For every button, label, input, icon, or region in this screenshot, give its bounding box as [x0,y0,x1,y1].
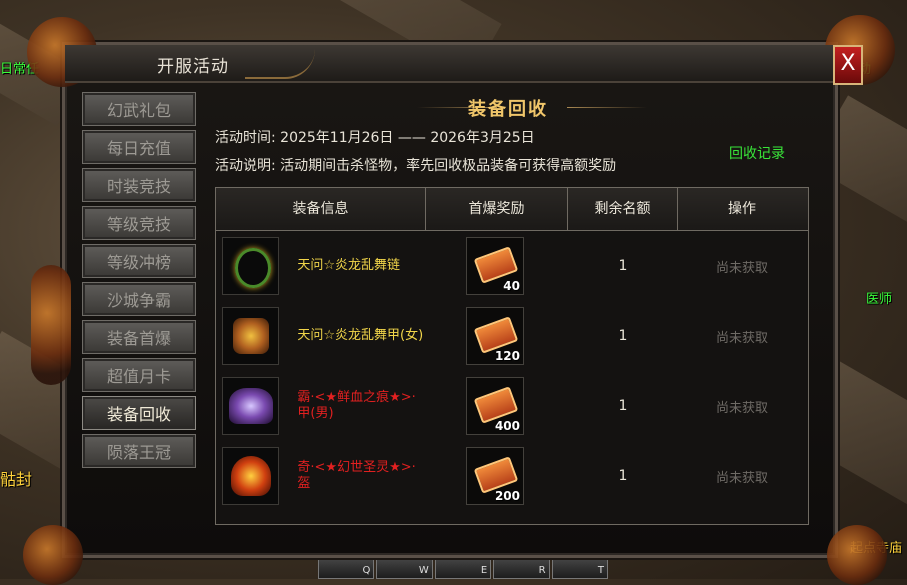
sidebar-item-first-drop[interactable]: 装备首爆 [82,320,196,354]
table-row: 天问☆炎龙乱舞链 40 1 尚未获取 [216,231,808,301]
equipment-name: 天问☆炎龙乱舞甲(女) [297,328,424,343]
sidebar-item-weapon-gift[interactable]: 幻武礼包 [82,92,196,126]
table-row: 奇·<★幻世圣灵★>·盔 200 1 尚未获取 [216,441,808,511]
dragon-ornament-icon [23,525,83,585]
not-obtained-button[interactable]: 尚未获取 [678,231,806,301]
sidebar-item-fashion-contest[interactable]: 时装竞技 [82,168,196,202]
window-title: 开服活动 [157,57,229,77]
recycle-table: 装备信息 首爆奖励 剩余名额 操作 天问☆炎龙乱舞链 40 1 尚未获取 天问☆… [215,187,809,525]
table-header: 装备信息 首爆奖励 剩余名额 操作 [216,188,808,231]
remaining-count: 1 [618,258,628,274]
server-launch-events-window: 开服活动 X 幻武礼包 每日充值 时装竞技 等级竞技 等级冲榜 沙城争霸 装备首… [23,15,895,585]
event-desc-line: 活动说明: 活动期间击杀怪物，率先回收极品装备可获得高额奖励 [215,155,616,175]
not-obtained-button[interactable]: 尚未获取 [678,301,806,371]
event-sidebar: 幻武礼包 每日充值 时装竞技 等级竞技 等级冲榜 沙城争霸 装备首爆 超值月卡 … [82,92,201,473]
event-time-line: 活动时间: 2025年11月26日 —— 2026年3月25日 [215,127,535,147]
world-sign-label: 骷封 [0,470,33,489]
remaining-count: 1 [618,398,628,414]
reward-count: 40 [503,279,520,293]
remaining-count: 1 [618,328,628,344]
swirl-ornament-icon [245,49,315,79]
skill-slot-t[interactable]: T [551,555,609,579]
sidebar-item-level-contest[interactable]: 等级竞技 [82,206,196,240]
sidebar-item-daily-topup[interactable]: 每日充值 [82,130,196,164]
skill-slot-e[interactable]: E [434,555,492,579]
recycle-panel: 装备回收 活动时间: 2025年11月26日 —— 2026年3月25日 活动说… [207,87,809,525]
dragon-ornament-icon [31,265,71,385]
winged-armor-icon[interactable] [222,377,280,435]
dragon-ornament-icon [827,525,887,585]
reward-count: 200 [494,489,520,503]
sidebar-item-castle-war[interactable]: 沙城争霸 [82,282,196,316]
event-desc-label: 活动说明: [215,158,276,174]
equipment-name: 奇·<★幻世圣灵★>·盔 [297,460,416,491]
not-obtained-button[interactable]: 尚未获取 [678,371,806,441]
skill-slot-r[interactable]: R [493,555,550,579]
reward-scroll-icon[interactable]: 200 [466,447,524,505]
event-time-label: 活动时间: [215,130,276,146]
reward-scroll-icon[interactable]: 400 [466,377,524,435]
necklace-icon[interactable] [222,237,280,295]
reward-scroll-icon[interactable]: 120 [466,307,524,365]
reward-count: 120 [494,349,520,363]
reward-count: 400 [494,419,520,433]
equipment-name: 霸·<★鲜血之痕★>·甲(男) [297,390,416,421]
header-remaining-slots: 剩余名额 [568,188,678,230]
skill-slot-w[interactable]: W [376,555,433,579]
skill-bar: Q W E R T [318,555,609,579]
header-equipment-info: 装备信息 [216,188,426,230]
event-desc-value: 活动期间击杀怪物，率先回收极品装备可获得高额奖励 [280,158,617,174]
sidebar-item-monthly-card[interactable]: 超值月卡 [82,358,196,392]
remaining-count: 1 [618,468,628,484]
event-time-value: 2025年11月26日 —— 2026年3月25日 [280,130,535,146]
header-first-drop-reward: 首爆奖励 [426,188,568,230]
close-button[interactable]: X [833,45,863,85]
sidebar-item-level-rank[interactable]: 等级冲榜 [82,244,196,278]
table-row: 霸·<★鲜血之痕★>·甲(男) 400 1 尚未获取 [216,371,808,441]
window-titlebar[interactable]: 开服活动 X [65,45,863,85]
recycle-record-link[interactable]: 回收记录 [729,143,785,163]
header-action: 操作 [728,201,756,217]
panel-heading: 装备回收 [468,99,548,120]
sidebar-item-fallen-crown[interactable]: 陨落王冠 [82,434,196,468]
armor-icon[interactable] [222,307,280,365]
helmet-icon[interactable] [222,447,280,505]
sidebar-item-equipment-recycle[interactable]: 装备回收 [82,396,196,430]
not-obtained-button[interactable]: 尚未获取 [678,441,806,511]
heading-divider [567,107,647,108]
equipment-name: 天问☆炎龙乱舞链 [297,258,401,273]
skill-slot-q[interactable]: Q [318,555,375,579]
npc-label-doctor[interactable]: 医师 [866,288,892,307]
reward-scroll-icon[interactable]: 40 [466,237,524,295]
table-row: 天问☆炎龙乱舞甲(女) 120 1 尚未获取 [216,301,808,371]
